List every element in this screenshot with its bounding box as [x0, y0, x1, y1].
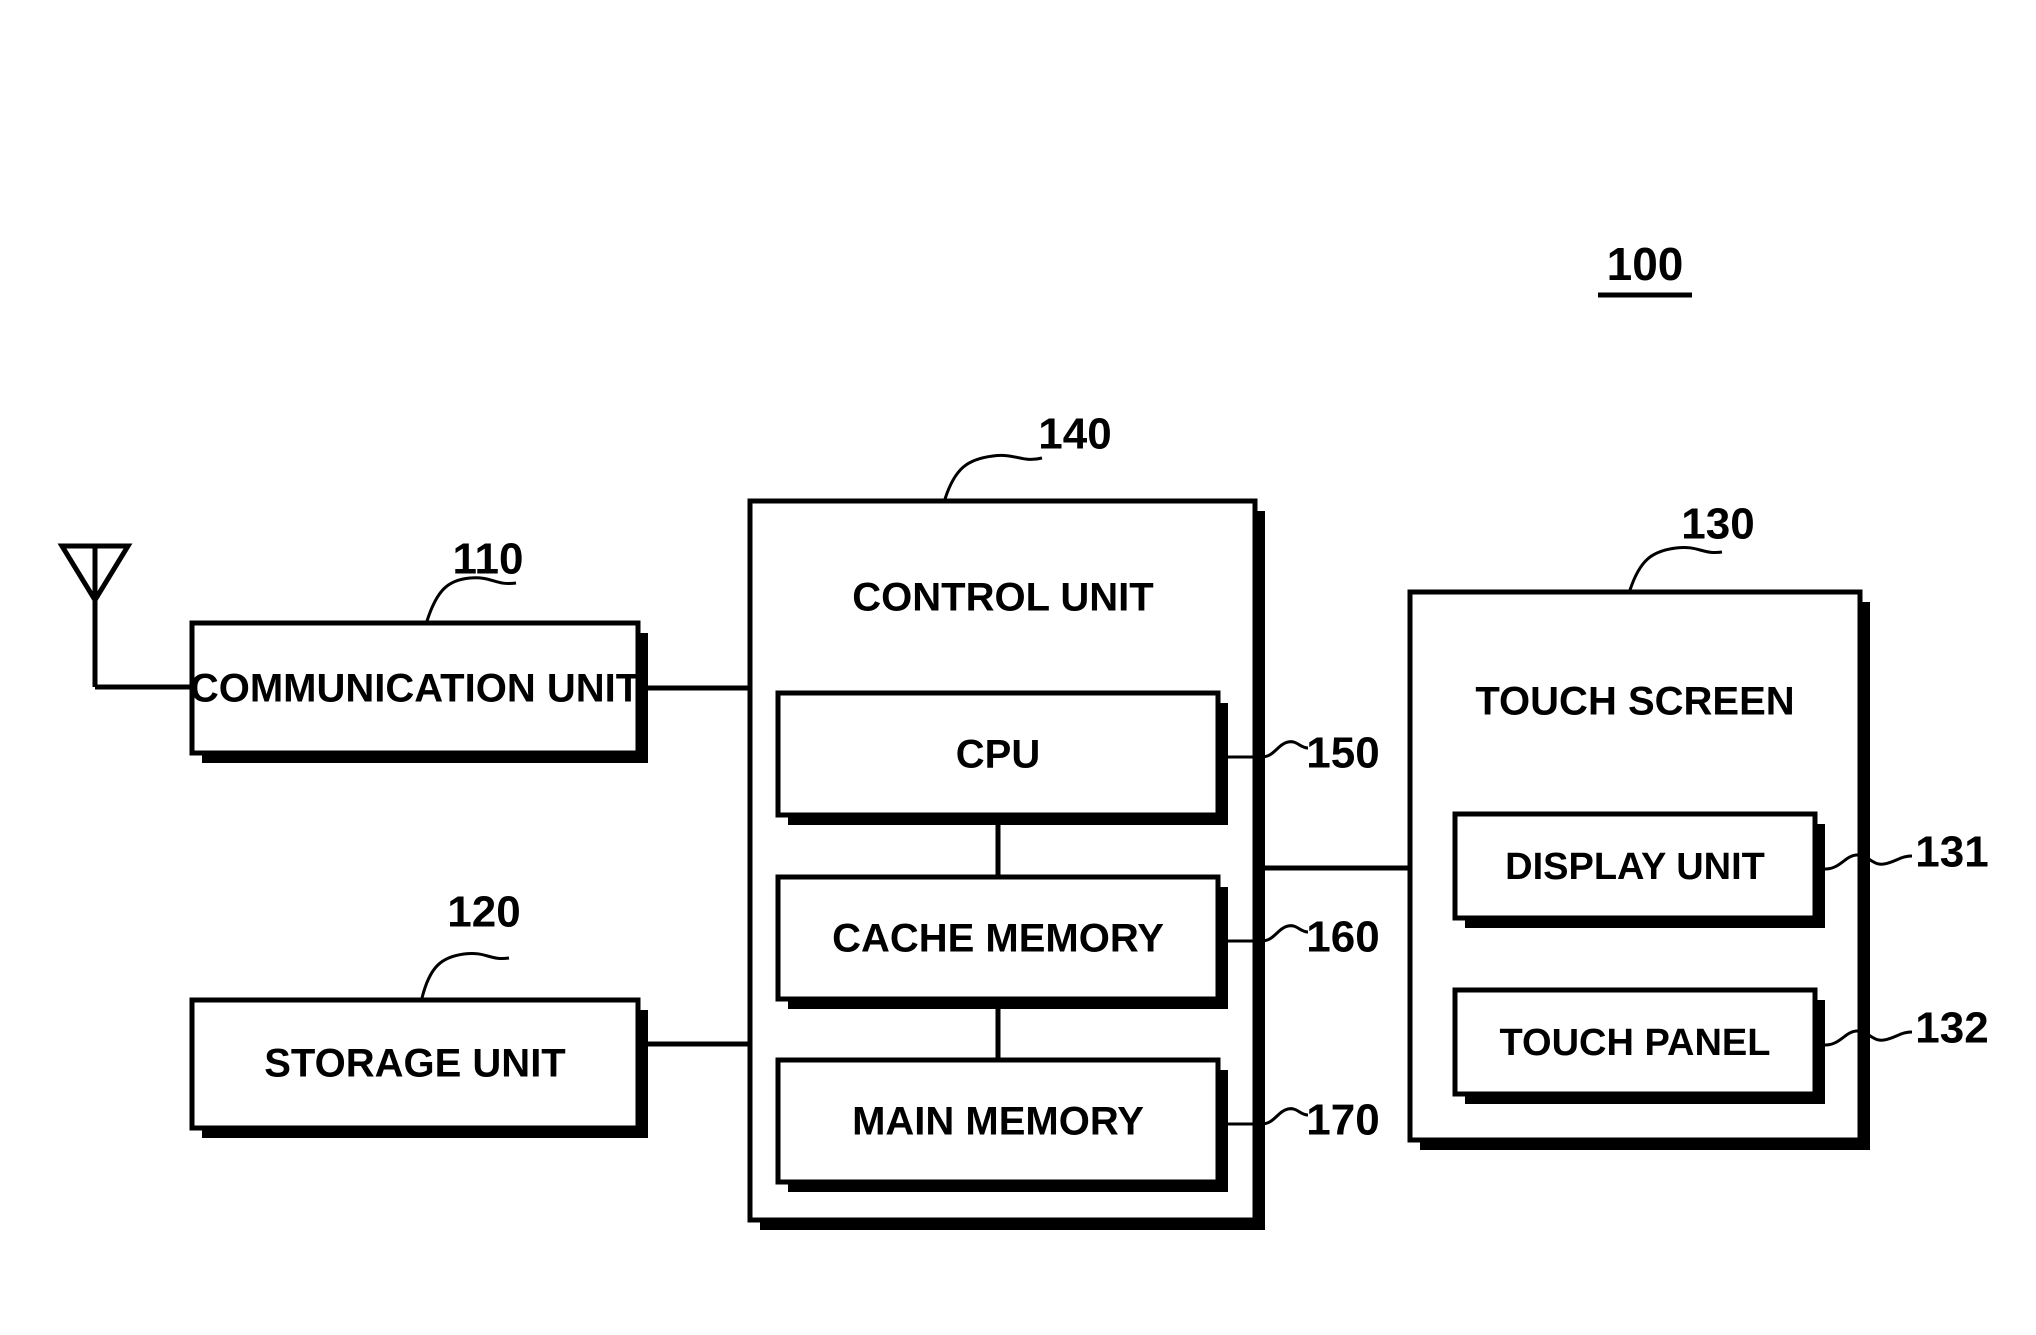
overall-ref-label: 100	[1607, 238, 1684, 290]
touch-screen-label: TOUCH SCREEN	[1475, 680, 1794, 724]
antenna-icon	[57, 543, 192, 690]
touch-panel-label: TOUCH PANEL	[1500, 1022, 1771, 1064]
storage-unit-leader	[420, 951, 510, 999]
cpu-block[interactable]: CPU	[775, 690, 1228, 825]
block-diagram-svg: 100 COMMUNICATION UNIT 110 STORAGE UNIT …	[57, 238, 1989, 1230]
storage-unit-label: STORAGE UNIT	[264, 1042, 566, 1086]
cpu-label: CPU	[956, 733, 1040, 777]
patent-figure-canvas: 100 COMMUNICATION UNIT 110 STORAGE UNIT …	[0, 0, 2036, 1335]
touch-screen-ref: 130	[1681, 500, 1754, 549]
control-unit-ref: 140	[1038, 410, 1111, 459]
cache-memory-label: CACHE MEMORY	[832, 917, 1164, 961]
cpu-ref: 150	[1306, 729, 1379, 778]
control-unit-label: CONTROL UNIT	[852, 576, 1153, 620]
touch-screen-leader	[1628, 545, 1723, 591]
control-unit-leader	[943, 453, 1043, 500]
storage-unit-block[interactable]: STORAGE UNIT	[189, 997, 648, 1138]
communication-unit-leader	[425, 576, 517, 622]
communication-unit-block[interactable]: COMMUNICATION UNIT	[189, 620, 648, 763]
display-unit-label: DISPLAY UNIT	[1505, 846, 1765, 888]
communication-unit-label: COMMUNICATION UNIT	[190, 667, 640, 711]
cache-memory-block[interactable]: CACHE MEMORY	[775, 874, 1228, 1009]
cache-memory-ref: 160	[1306, 913, 1379, 962]
storage-unit-ref: 120	[447, 888, 520, 937]
main-memory-label: MAIN MEMORY	[852, 1100, 1144, 1144]
touch-panel-block[interactable]: TOUCH PANEL	[1452, 987, 1825, 1104]
main-memory-ref: 170	[1306, 1096, 1379, 1145]
main-memory-block[interactable]: MAIN MEMORY	[775, 1057, 1228, 1192]
display-unit-block[interactable]: DISPLAY UNIT	[1452, 811, 1825, 928]
display-unit-ref: 131	[1915, 828, 1988, 877]
communication-unit-ref: 110	[453, 535, 524, 584]
touch-panel-ref: 132	[1915, 1004, 1988, 1053]
